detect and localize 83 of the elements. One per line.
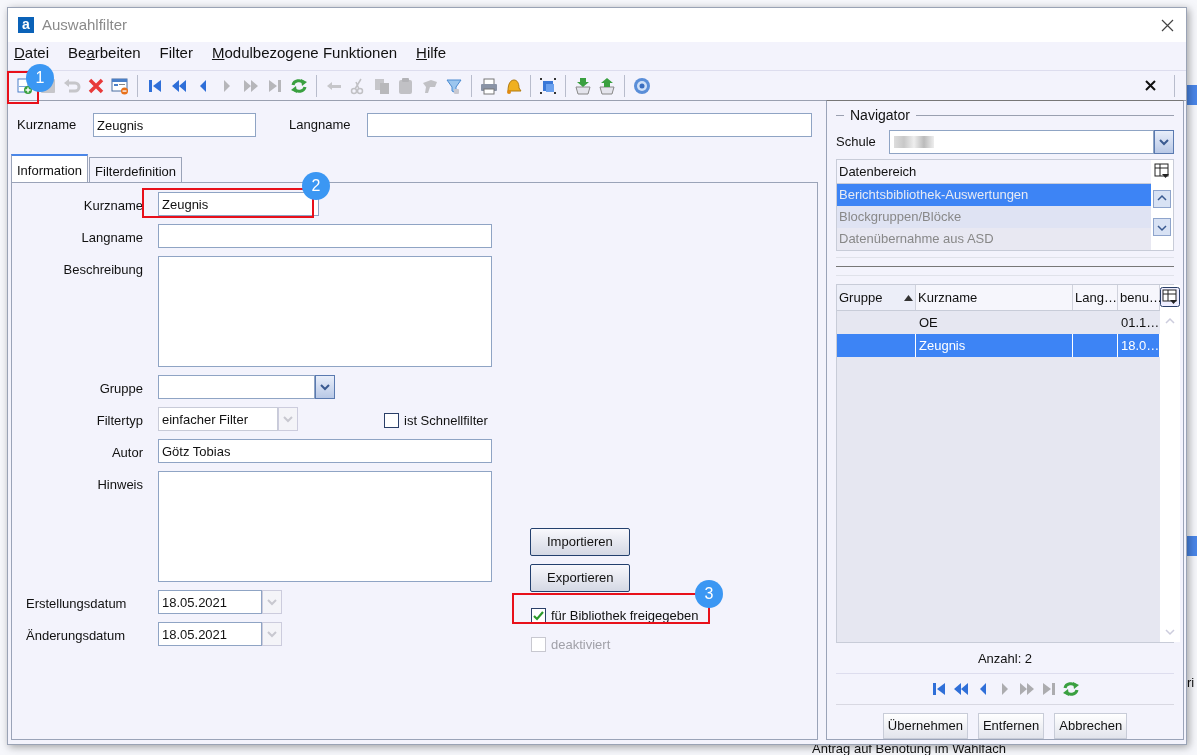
input-field[interactable]: Zeugnis bbox=[158, 192, 319, 216]
table-cell-text: Zeugnis bbox=[919, 336, 966, 355]
printer-icon[interactable] bbox=[480, 76, 498, 95]
scroll-down-icon[interactable] bbox=[1153, 218, 1171, 236]
dropdown-button[interactable] bbox=[1154, 130, 1174, 154]
text-area[interactable] bbox=[158, 256, 492, 367]
menu-item[interactable]: Hilfe bbox=[416, 41, 447, 64]
menu-item[interactable]: Filter bbox=[159, 41, 193, 64]
field-label: Erstellungsdatum bbox=[26, 596, 127, 611]
field-label: Beschreibung bbox=[63, 262, 143, 277]
table-cell-text: OE bbox=[919, 313, 938, 332]
funnel-icon[interactable] bbox=[445, 76, 463, 95]
column-header[interactable]: Datenbereich bbox=[837, 160, 1151, 184]
blurred-value bbox=[893, 136, 934, 148]
checkbox-label: für Bibliothek freigegeben bbox=[551, 607, 699, 625]
scroll-up-icon[interactable] bbox=[1153, 190, 1171, 208]
record-count: Anzahl: 2 bbox=[977, 650, 1033, 666]
refresh-icon[interactable] bbox=[290, 76, 308, 95]
input-field[interactable] bbox=[158, 224, 492, 248]
group-title: Navigator bbox=[850, 106, 910, 125]
chevron-down-icon bbox=[267, 598, 277, 606]
input-field[interactable] bbox=[367, 113, 812, 137]
selected-row bbox=[1187, 536, 1197, 556]
selected-row bbox=[1187, 85, 1197, 105]
checkbox-label: deaktiviert bbox=[551, 635, 611, 654]
table-row[interactable]: Zeugnis 18.0… bbox=[837, 334, 1160, 357]
chevron-down-icon bbox=[1159, 138, 1170, 146]
bell-icon[interactable] bbox=[504, 76, 522, 95]
chevron-down-icon bbox=[283, 415, 293, 423]
field-label: Gruppe bbox=[99, 381, 143, 396]
background-text: ri bbox=[1187, 674, 1195, 692]
basket-down-arrow-icon[interactable] bbox=[574, 76, 592, 95]
field-label: Langname bbox=[81, 230, 143, 245]
form-remove-icon[interactable] bbox=[111, 76, 129, 95]
dropdown-button[interactable] bbox=[315, 375, 335, 399]
button[interactable]: Importieren bbox=[530, 528, 630, 556]
chevron-down-icon bbox=[267, 630, 277, 638]
field-label: Kurzname bbox=[83, 198, 143, 213]
field-label: Langname bbox=[289, 117, 351, 133]
checkmark-icon bbox=[533, 610, 544, 621]
app-logo: a bbox=[18, 17, 34, 33]
input-field[interactable] bbox=[158, 375, 315, 399]
checkbox[interactable] bbox=[384, 413, 399, 429]
button[interactable]: Abbrechen bbox=[1054, 713, 1128, 740]
field-label: Filtertyp bbox=[96, 413, 143, 428]
field-label: Hinweis bbox=[97, 477, 143, 492]
sort-ascending-icon bbox=[904, 294, 913, 301]
column-header[interactable]: Kurzname bbox=[916, 285, 1073, 310]
column-header[interactable]: benu… bbox=[1118, 285, 1160, 310]
window-title: Auswahlfilter bbox=[42, 14, 128, 35]
field-label: Änderungsdatum bbox=[26, 628, 125, 643]
table-cell-text: 01.1… bbox=[1121, 313, 1160, 332]
menu-item[interactable]: Bearbeiten bbox=[68, 41, 141, 64]
field-label: Autor bbox=[111, 445, 143, 460]
basket-up-arrow-icon[interactable] bbox=[598, 76, 616, 95]
input-field[interactable]: 18.05.2021 bbox=[158, 590, 262, 614]
refresh-icon[interactable] bbox=[1062, 680, 1080, 699]
button[interactable]: Übernehmen bbox=[882, 713, 968, 740]
field-label: Kurzname bbox=[17, 117, 77, 133]
close-icon[interactable] bbox=[1145, 80, 1156, 91]
tab[interactable]: Information bbox=[11, 154, 89, 182]
help-icon[interactable] bbox=[633, 76, 651, 95]
button[interactable]: Exportieren bbox=[530, 564, 631, 592]
delete-icon[interactable] bbox=[87, 76, 105, 95]
combo-field[interactable] bbox=[888, 130, 1155, 154]
chevron-down-icon bbox=[320, 383, 330, 391]
button[interactable]: Entfernen bbox=[977, 713, 1045, 740]
column-header[interactable]: Gruppe bbox=[837, 285, 916, 310]
checkbox-label: ist Schnellfilter bbox=[404, 412, 488, 430]
table-cell-text: 18.0… bbox=[1121, 336, 1160, 355]
input-field[interactable]: 18.05.2021 bbox=[158, 622, 262, 646]
column-chooser-icon[interactable] bbox=[1153, 162, 1171, 180]
menu-item[interactable]: Modulbezogene Funktionen bbox=[211, 41, 398, 64]
menu-item[interactable]: Datei bbox=[14, 41, 50, 64]
tab[interactable]: Filterdefinition bbox=[89, 157, 182, 182]
field-label: Schule bbox=[836, 133, 877, 152]
column-header[interactable]: Lang… bbox=[1073, 285, 1118, 310]
close-icon[interactable] bbox=[1161, 18, 1174, 32]
text-area[interactable] bbox=[158, 471, 492, 582]
selection-icon[interactable] bbox=[539, 76, 557, 95]
input-field[interactable]: Zeugnis bbox=[93, 113, 256, 137]
column-chooser-icon[interactable] bbox=[1160, 287, 1180, 307]
input-field[interactable]: Götz Tobias bbox=[158, 439, 492, 463]
